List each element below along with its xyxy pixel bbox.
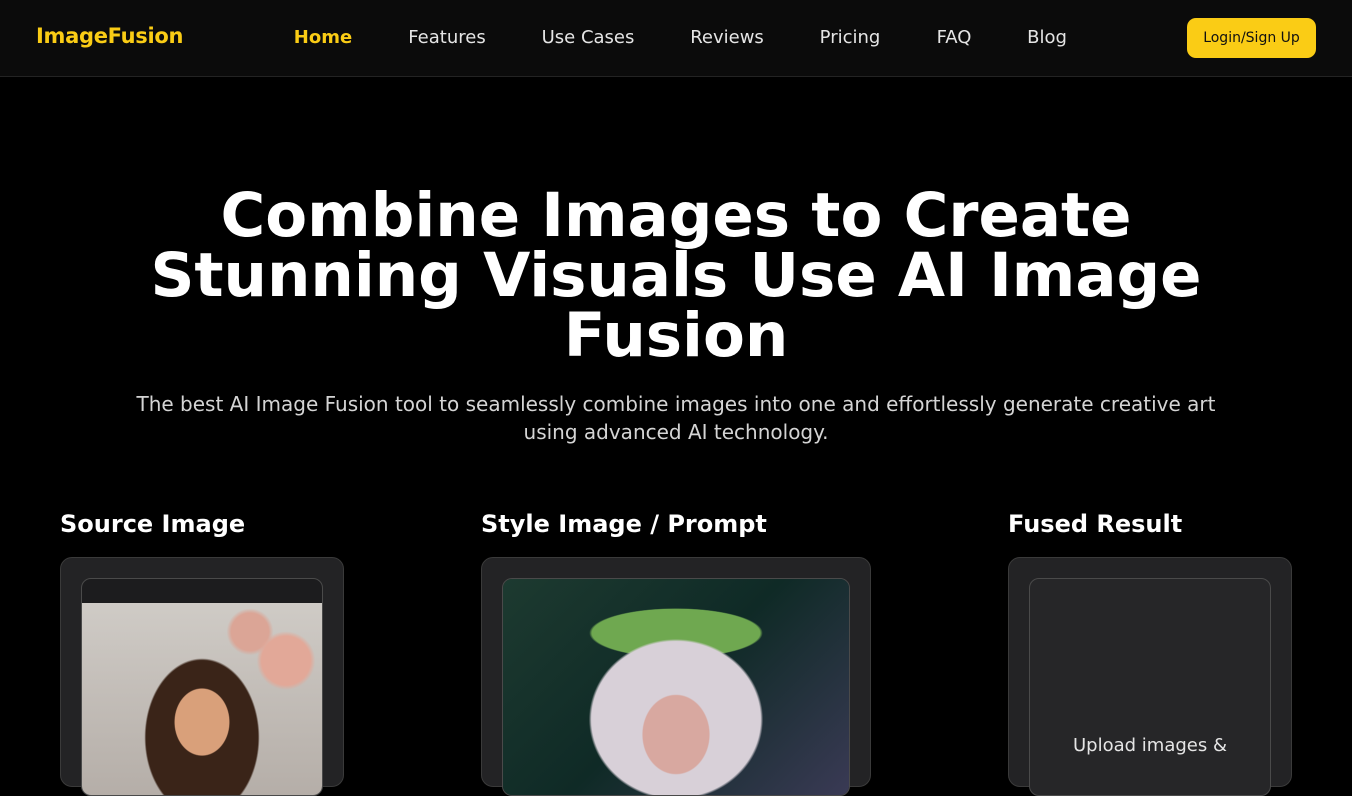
source-image-heading: Source Image	[60, 510, 246, 538]
nav-reviews[interactable]: Reviews	[690, 27, 764, 48]
style-image-card	[481, 557, 871, 796]
hero-title: Combine Images to Create Stunning Visual…	[150, 180, 1202, 371]
source-image-card	[60, 557, 344, 796]
nav-blog[interactable]: Blog	[1027, 27, 1067, 48]
source-image-preview	[82, 603, 322, 795]
login-signup-button[interactable]: Login/Sign Up	[1187, 18, 1316, 58]
nav-home[interactable]: Home	[294, 27, 352, 48]
nav-use-cases[interactable]: Use Cases	[542, 27, 635, 48]
result-placeholder-text: Upload images &	[1073, 735, 1227, 756]
fused-result-card: Upload images &	[1008, 557, 1292, 796]
nav-features[interactable]: Features	[408, 27, 485, 48]
hero-subtitle: The best AI Image Fusion tool to seamles…	[136, 392, 1216, 444]
style-image-heading: Style Image / Prompt	[481, 510, 767, 538]
source-image-upload[interactable]	[81, 578, 323, 796]
style-image-preview	[503, 579, 849, 795]
logo[interactable]: ImageFusion	[36, 24, 183, 48]
top-nav: ImageFusion Home Features Use Cases Revi…	[0, 0, 1352, 77]
style-image-upload[interactable]	[502, 578, 850, 796]
fused-result-heading: Fused Result	[1008, 510, 1183, 538]
nav-faq[interactable]: FAQ	[937, 27, 972, 48]
fused-result-area: Upload images &	[1029, 578, 1271, 796]
nav-pricing[interactable]: Pricing	[820, 27, 881, 48]
